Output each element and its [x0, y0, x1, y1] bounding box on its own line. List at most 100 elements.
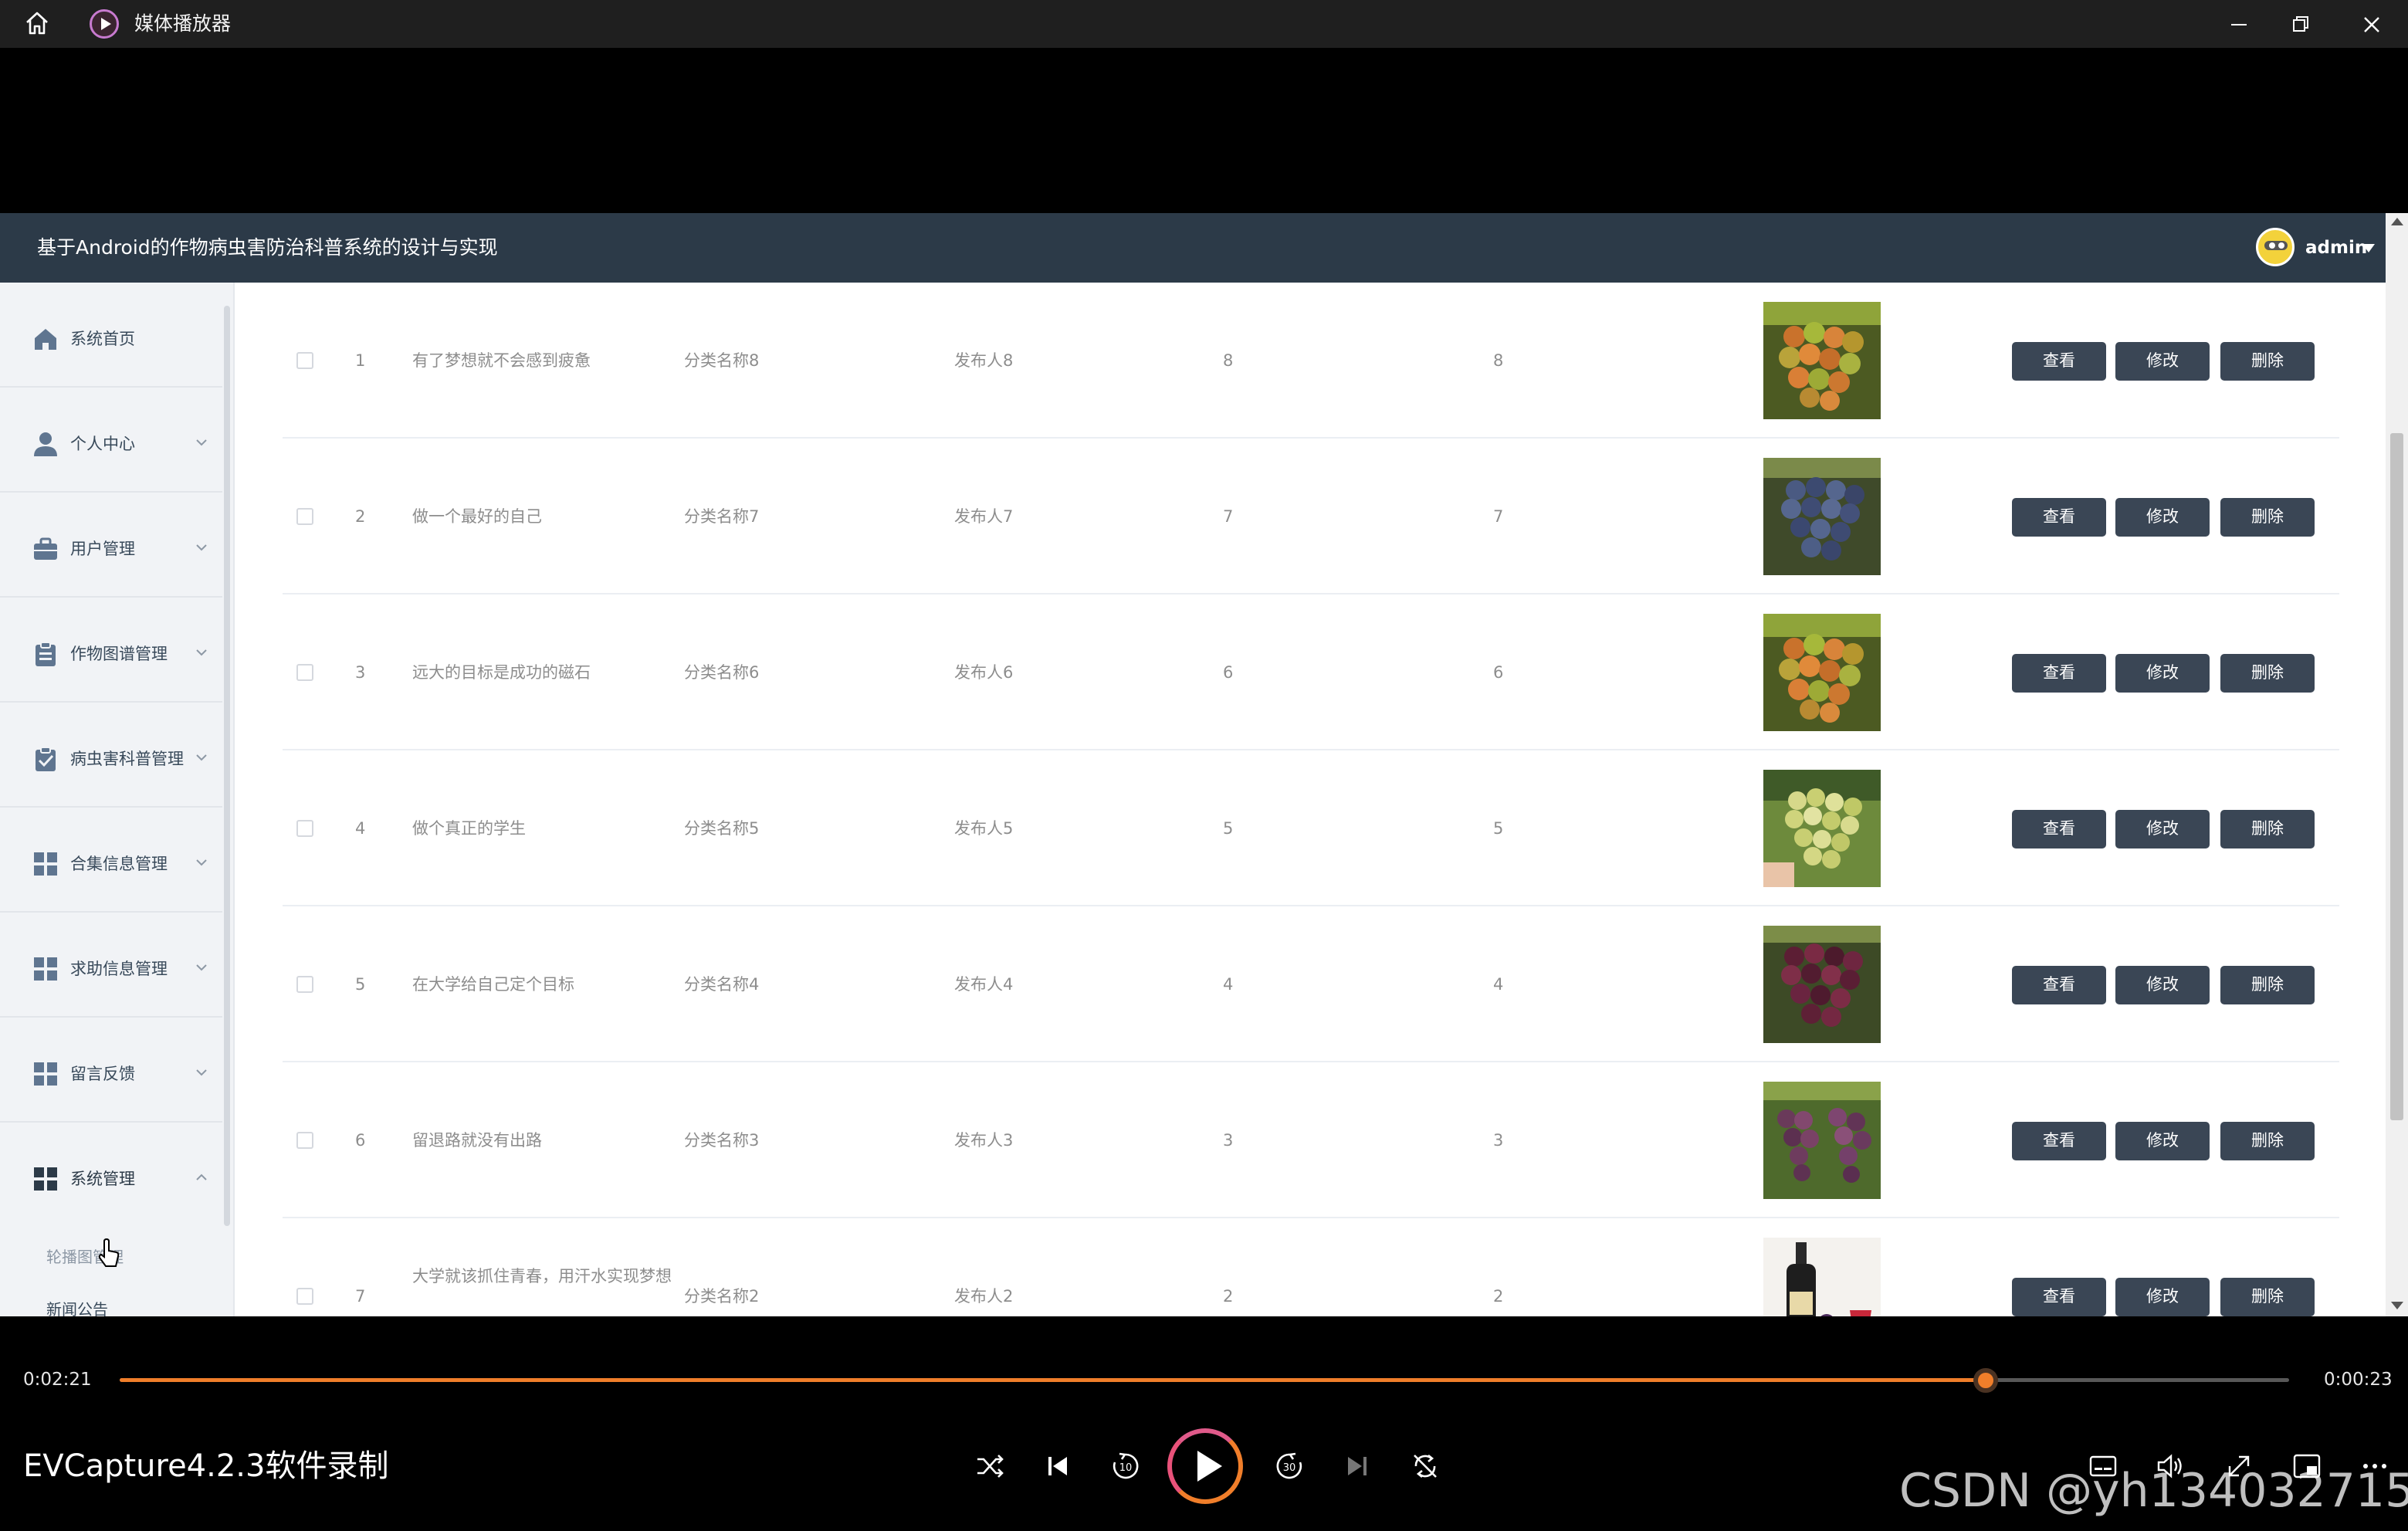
table-row: 6 留退路就没有出路 分类名称3 发布人3 3 3 查看 修改 删除 [283, 1062, 2339, 1218]
edit-button[interactable]: 修改 [2115, 342, 2210, 381]
sidebar-item-help-requests[interactable]: 求助信息管理 [0, 913, 222, 1018]
edit-button[interactable]: 修改 [2115, 810, 2210, 848]
sidebar-item-users[interactable]: 用户管理 [0, 493, 222, 598]
page-scrollbar[interactable] [2386, 213, 2408, 1316]
row-thumbnail [1763, 458, 1881, 575]
user-name[interactable]: admin [2305, 233, 2367, 263]
row-publisher: 发布人3 [954, 1131, 1014, 1150]
play-button[interactable] [1167, 1428, 1243, 1504]
sidebar-item-profile[interactable]: 个人中心 [0, 388, 222, 493]
sidebar-item-pest-science[interactable]: 病虫害科普管理 [0, 703, 222, 808]
sidebar-item-label: 病虫害科普管理 [70, 750, 184, 768]
row-checkbox[interactable] [296, 664, 313, 681]
sidebar-scrollbar[interactable] [224, 306, 230, 1226]
sidebar-item-system[interactable]: 系统管理 [0, 1123, 222, 1228]
app-title: 媒体播放器 [134, 12, 232, 35]
svg-text:10: 10 [1119, 1462, 1133, 1474]
row-index: 3 [355, 663, 366, 682]
edit-button[interactable]: 修改 [2115, 1278, 2210, 1316]
table-row: 1 有了梦想就不会感到疲惫 分类名称8 发布人8 8 8 查看 修改 删除 [283, 283, 2339, 439]
scrollbar-thumb[interactable] [2390, 433, 2403, 1120]
delete-button[interactable]: 删除 [2220, 1278, 2315, 1316]
view-button[interactable]: 查看 [2012, 1122, 2106, 1160]
row-value-b: 7 [1493, 507, 1504, 526]
view-button[interactable]: 查看 [2012, 1278, 2106, 1316]
row-value-a: 5 [1223, 819, 1234, 838]
row-category: 分类名称8 [684, 351, 760, 370]
chevron-down-icon [196, 964, 207, 971]
home-icon[interactable] [23, 9, 51, 37]
repeat-off-icon[interactable] [1408, 1449, 1442, 1483]
chevron-down-icon [196, 1069, 207, 1076]
row-checkbox[interactable] [296, 976, 313, 993]
seek-bar-handle[interactable] [1973, 1368, 1998, 1393]
edit-button[interactable]: 修改 [2115, 966, 2210, 1004]
sidebar-item-label: 用户管理 [70, 540, 135, 558]
sidebar-item-collections[interactable]: 合集信息管理 [0, 808, 222, 913]
delete-button[interactable]: 删除 [2220, 1122, 2315, 1160]
row-title: 做一个最好的自己 [412, 507, 542, 526]
row-checkbox[interactable] [296, 352, 313, 369]
sidebar-item-home[interactable]: 系统首页 [0, 283, 222, 388]
edit-button[interactable]: 修改 [2115, 498, 2210, 537]
row-thumbnail [1763, 614, 1881, 731]
row-value-a: 3 [1223, 1131, 1234, 1150]
seek-bar[interactable] [120, 1368, 2289, 1393]
edit-button[interactable]: 修改 [2115, 1122, 2210, 1160]
row-value-a: 4 [1223, 975, 1234, 994]
view-button[interactable]: 查看 [2012, 966, 2106, 1004]
media-player-logo-icon [90, 9, 119, 39]
row-checkbox[interactable] [296, 1288, 313, 1305]
sidebar-subitem-news[interactable]: 新闻公告 [46, 1298, 108, 1316]
avatar[interactable] [2256, 228, 2295, 266]
row-checkbox[interactable] [296, 508, 313, 525]
mouse-cursor-icon [98, 1238, 120, 1267]
view-button[interactable]: 查看 [2012, 654, 2106, 693]
row-category: 分类名称5 [684, 819, 760, 838]
row-title: 远大的目标是成功的磁石 [412, 663, 591, 682]
previous-icon[interactable] [1041, 1449, 1075, 1483]
minimize-icon[interactable] [2223, 9, 2254, 40]
row-publisher: 发布人8 [954, 351, 1014, 370]
system-title: 基于Android的作物病虫害防治科普系统的设计与实现 [37, 236, 498, 259]
next-icon[interactable] [1340, 1449, 1374, 1483]
row-index: 6 [355, 1131, 366, 1150]
sidebar-item-crop-atlas[interactable]: 作物图谱管理 [0, 598, 222, 703]
watermark: CSDN @yh1340327157 [1899, 1464, 2408, 1518]
scroll-up-arrow-icon[interactable] [2391, 218, 2403, 225]
row-category: 分类名称2 [684, 1287, 760, 1306]
close-icon[interactable] [2356, 9, 2387, 40]
row-checkbox[interactable] [296, 820, 313, 837]
row-checkbox[interactable] [296, 1132, 313, 1149]
chevron-down-icon [196, 859, 207, 866]
forward-30-icon[interactable]: 30 [1272, 1449, 1306, 1483]
shuffle-icon[interactable] [973, 1449, 1007, 1483]
user-menu-caret-icon[interactable] [2362, 244, 2375, 252]
delete-button[interactable]: 删除 [2220, 810, 2315, 848]
view-button[interactable]: 查看 [2012, 342, 2106, 381]
view-button[interactable]: 查看 [2012, 498, 2106, 537]
edit-button[interactable]: 修改 [2115, 654, 2210, 693]
delete-button[interactable]: 删除 [2220, 342, 2315, 381]
row-category: 分类名称6 [684, 663, 760, 682]
scroll-down-arrow-icon[interactable] [2391, 1302, 2403, 1309]
remaining-time: 0:00:23 [2324, 1370, 2393, 1390]
restore-icon[interactable] [2285, 9, 2316, 40]
clipboard-icon [36, 642, 56, 666]
row-title: 留退路就没有出路 [412, 1131, 542, 1150]
person-icon [34, 432, 57, 456]
player-controls: 0:02:21 0:00:23 EVCapture4.2.3软件录制 10 30 [0, 1316, 2408, 1531]
rewind-10-icon[interactable]: 10 [1109, 1449, 1143, 1483]
grid-icon [34, 1167, 57, 1191]
sidebar-item-feedback[interactable]: 留言反馈 [0, 1018, 222, 1123]
delete-button[interactable]: 删除 [2220, 498, 2315, 537]
row-value-b: 6 [1493, 663, 1504, 682]
delete-button[interactable]: 删除 [2220, 654, 2315, 693]
table-row: 7 大学就该抓住青春，用汗水实现梦想 分类名称2 发布人2 2 2 查看 修改 … [283, 1218, 2339, 1316]
view-button[interactable]: 查看 [2012, 810, 2106, 848]
delete-button[interactable]: 删除 [2220, 966, 2315, 1004]
row-thumbnail [1763, 1082, 1881, 1199]
svg-text:30: 30 [1283, 1462, 1296, 1474]
sidebar-item-label: 个人中心 [70, 435, 135, 453]
chevron-down-icon [196, 649, 207, 656]
